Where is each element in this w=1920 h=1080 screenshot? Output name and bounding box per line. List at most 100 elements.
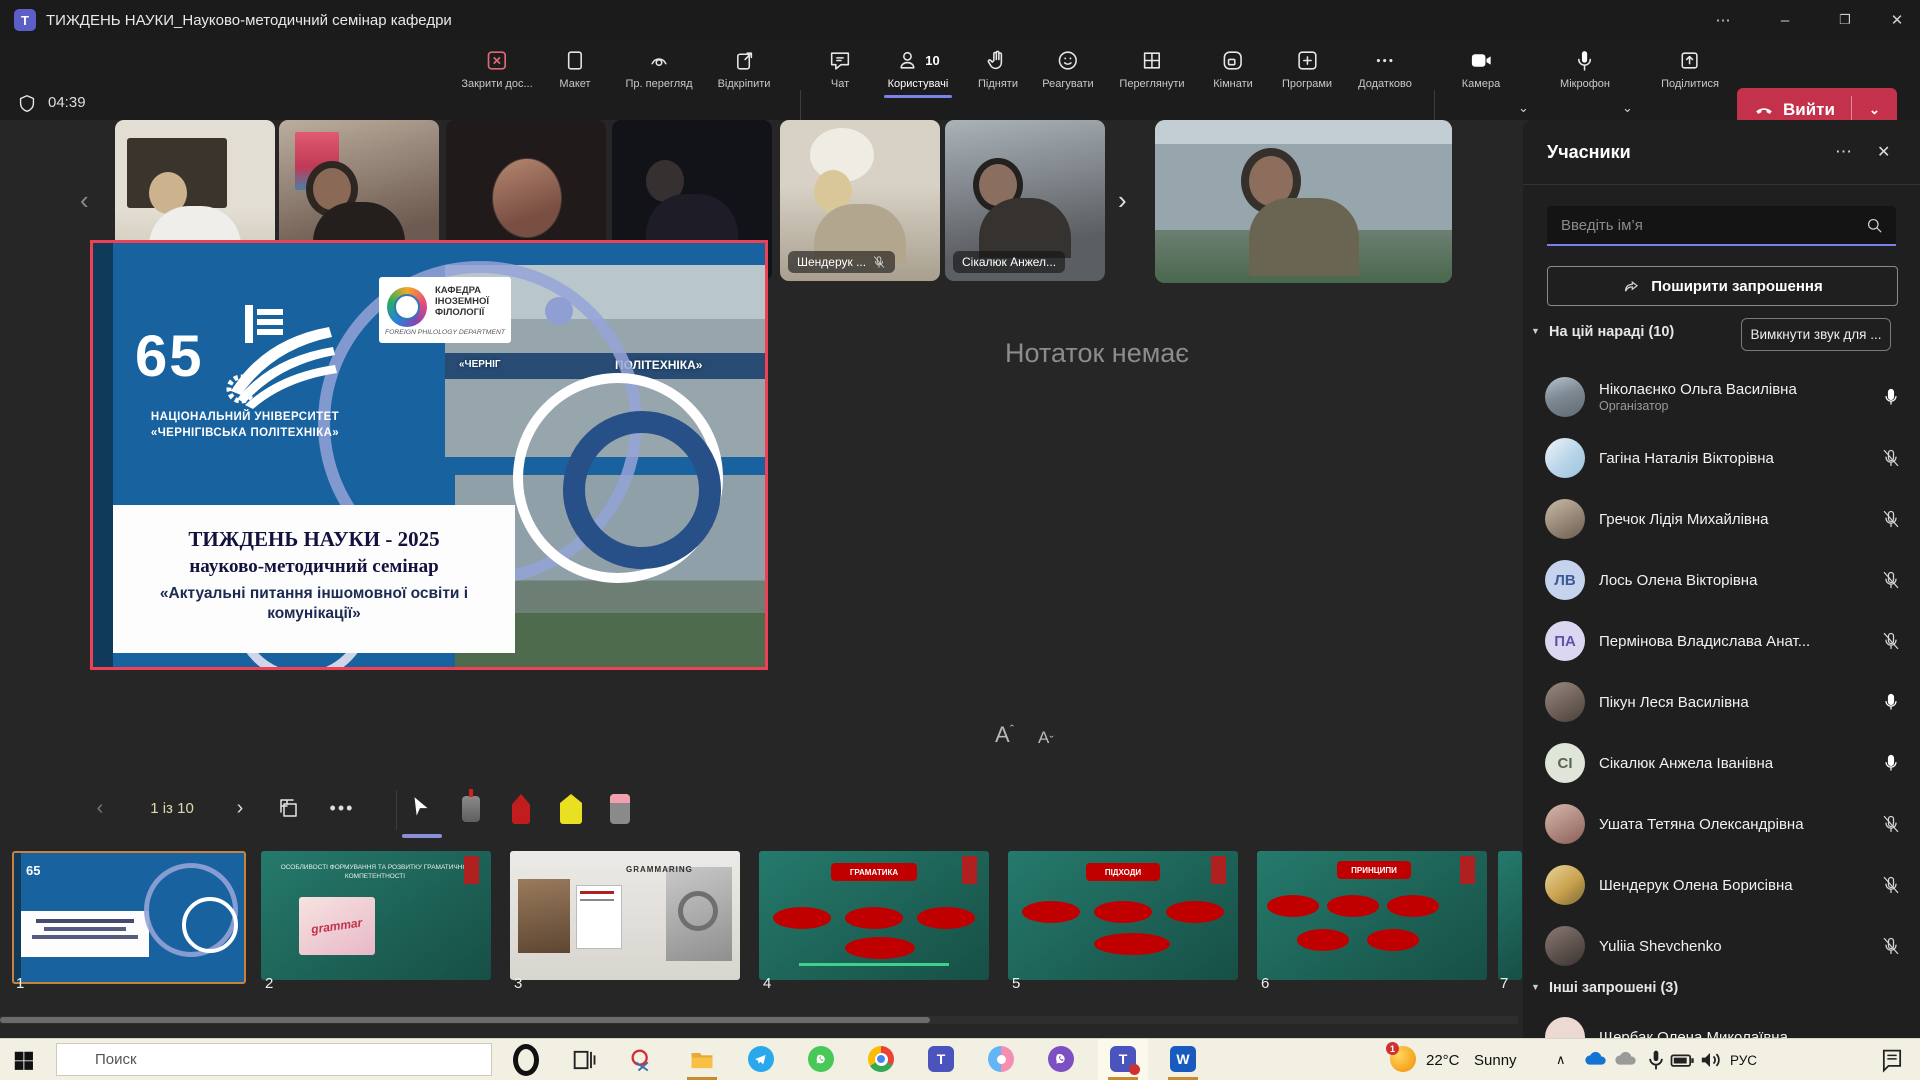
slide-more-icon[interactable]: ••• — [330, 786, 355, 830]
section-collapse-icon[interactable]: ▼ — [1531, 326, 1540, 336]
thumbnail-view-icon[interactable] — [276, 796, 300, 820]
people-button[interactable]: 10 Користувачі — [884, 48, 952, 98]
participant-row[interactable]: Пікун Леся Василівна — [1545, 677, 1901, 727]
cloud-icon[interactable] — [1612, 1046, 1640, 1074]
mic-muted-icon[interactable] — [1881, 509, 1901, 529]
viber-icon[interactable] — [1048, 1046, 1074, 1072]
weather-icon[interactable]: 1 — [1390, 1046, 1416, 1072]
paint-icon[interactable] — [988, 1046, 1014, 1072]
laser-pointer-icon[interactable] — [462, 796, 480, 822]
mic-muted-icon[interactable] — [1881, 631, 1901, 651]
language-indicator[interactable]: РУС — [1730, 1039, 1757, 1080]
window-restore-icon[interactable]: ❐ — [1822, 0, 1868, 40]
video-tile[interactable]: Шендерук ... — [780, 120, 940, 281]
participant-row[interactable]: ПА Пермінова Владислава Анат... — [1545, 616, 1901, 666]
chat-button[interactable]: Чат — [828, 48, 853, 90]
panel-close-icon[interactable]: ✕ — [1877, 142, 1890, 162]
participant-row[interactable]: СІ Сікалюк Анжела Іванівна — [1545, 738, 1901, 788]
active-speaker-tile[interactable] — [1155, 120, 1452, 283]
weather-condition[interactable]: Sunny — [1474, 1039, 1517, 1080]
strip-scroll-left-icon[interactable]: ‹ — [80, 185, 89, 216]
apps-button[interactable]: Програми — [1282, 48, 1332, 90]
eraser-tool-icon[interactable] — [610, 794, 630, 824]
taskbar-search-input[interactable] — [56, 1043, 492, 1076]
speaker-icon[interactable] — [1696, 1046, 1724, 1074]
leave-options-chevron-icon[interactable]: ⌄ — [1852, 102, 1897, 118]
more-button[interactable]: Додатково — [1358, 48, 1412, 90]
mute-all-button[interactable]: Вимкнути звук для ... — [1741, 318, 1891, 351]
slide-thumbnail-7[interactable] — [1498, 851, 1522, 980]
participant-row[interactable]: ЛВ Лось Олена Вікторівна — [1545, 555, 1901, 605]
mic-on-icon[interactable] — [1881, 387, 1901, 407]
slide-thumbnail-1[interactable]: 65 — [12, 851, 246, 984]
battery-icon[interactable] — [1668, 1046, 1696, 1074]
telegram-icon[interactable] — [748, 1046, 774, 1072]
teams-active-icon[interactable]: T — [1110, 1046, 1136, 1072]
mic-muted-icon[interactable] — [1881, 875, 1901, 895]
file-explorer-icon[interactable] — [688, 1046, 716, 1074]
task-view-icon[interactable] — [570, 1046, 598, 1074]
view-button[interactable]: Переглянути — [1119, 48, 1184, 90]
mic-muted-icon[interactable] — [1881, 814, 1901, 834]
window-more-icon[interactable]: ⋯ — [1700, 0, 1746, 40]
participant-row[interactable]: Щербак Олена Миколаївна — [1545, 1012, 1901, 1038]
tray-mic-icon[interactable] — [1642, 1046, 1670, 1074]
screenrec-icon[interactable] — [628, 1046, 656, 1074]
notification-center-icon[interactable] — [1878, 1046, 1906, 1074]
share-invite-button[interactable]: Поширити запрошення — [1547, 266, 1898, 306]
camera-button[interactable]: Камера — [1462, 48, 1500, 90]
video-tile[interactable]: Сікалюк Анжел... — [945, 120, 1105, 281]
participant-row[interactable]: Ніколаєнко Ольга ВасилівнаОрганізатор — [1545, 372, 1901, 422]
mic-on-icon[interactable] — [1881, 692, 1901, 712]
weather-temp[interactable]: 22°C — [1426, 1039, 1460, 1080]
chrome-icon[interactable] — [868, 1046, 894, 1072]
next-slide-icon[interactable]: › — [237, 786, 244, 830]
onedrive-icon[interactable] — [1582, 1046, 1610, 1074]
panel-more-icon[interactable]: ⋯ — [1835, 142, 1853, 162]
whatsapp-icon[interactable] — [808, 1046, 834, 1072]
mic-muted-icon[interactable] — [1881, 936, 1901, 956]
strip-scroll-right-icon[interactable]: › — [1118, 185, 1127, 216]
pen-tool-icon[interactable] — [512, 794, 530, 824]
cursor-tool-icon[interactable] — [408, 794, 434, 820]
font-increase-button[interactable]: Aˆ — [995, 722, 1014, 748]
font-decrease-button[interactable]: Aˇ — [1038, 728, 1054, 748]
window-minimize-icon[interactable]: – — [1762, 0, 1808, 40]
slide-thumbnail-5[interactable]: ПІДХОДИ — [1008, 851, 1238, 980]
mic-on-icon[interactable] — [1881, 753, 1901, 773]
filmstrip-scrollbar-track[interactable] — [0, 1016, 1518, 1024]
window-close-icon[interactable]: ✕ — [1874, 0, 1920, 40]
highlighter-tool-icon[interactable] — [560, 794, 582, 824]
mic-muted-icon[interactable] — [1881, 570, 1901, 590]
participant-row[interactable]: Ушата Тетяна Олександрівна — [1545, 799, 1901, 849]
participant-row[interactable]: Гречок Лідія Михайлівна — [1545, 494, 1901, 544]
participant-row[interactable]: Гагіна Наталія Вікторівна — [1545, 433, 1901, 483]
slide-thumbnail-3[interactable]: GRAMMARING — [510, 851, 740, 980]
react-button[interactable]: Реагувати — [1042, 48, 1093, 90]
presenter-view-button[interactable]: Пр. перегляд — [625, 48, 692, 90]
mic-button[interactable]: Мікрофон — [1560, 48, 1610, 90]
mic-options-chevron-icon[interactable]: ⌄ — [1622, 100, 1633, 116]
slide-thumbnail-2[interactable]: ОСОБЛИВОСТІ ФОРМУВАННЯ ТА РОЗВИТКУ ГРАМА… — [261, 851, 491, 980]
share-button[interactable]: Поділитися — [1661, 48, 1719, 90]
word-icon[interactable]: W — [1170, 1046, 1196, 1072]
mic-muted-icon[interactable] — [1881, 448, 1901, 468]
tray-expand-icon[interactable]: ∧ — [1556, 1039, 1566, 1080]
participant-row[interactable]: Шендерук Олена Борисівна — [1545, 860, 1901, 910]
unpin-button[interactable]: Відкріпити — [718, 48, 771, 90]
rooms-button[interactable]: Кімнати — [1213, 48, 1253, 90]
participant-row[interactable]: Yuliia Shevchenko — [1545, 921, 1901, 971]
slide-thumbnail-4[interactable]: ГРАМАТИКА — [759, 851, 989, 980]
stop-sharing-button[interactable]: Закрити дос... — [461, 48, 532, 90]
layout-button[interactable]: Макет — [559, 48, 590, 90]
slide-thumbnail-6[interactable]: ПРИНЦИПИ — [1257, 851, 1487, 980]
section-collapse-icon[interactable]: ▼ — [1531, 982, 1540, 992]
opera-icon[interactable] — [512, 1046, 540, 1074]
prev-slide-icon[interactable]: ‹ — [97, 786, 104, 830]
start-button-icon[interactable] — [10, 1046, 38, 1074]
teams-icon[interactable]: T — [928, 1046, 954, 1072]
participant-search-input[interactable] — [1547, 206, 1896, 246]
camera-options-chevron-icon[interactable]: ⌄ — [1518, 100, 1529, 116]
filmstrip-scrollbar-thumb[interactable] — [0, 1017, 930, 1023]
raise-hand-button[interactable]: Підняти — [978, 48, 1018, 90]
